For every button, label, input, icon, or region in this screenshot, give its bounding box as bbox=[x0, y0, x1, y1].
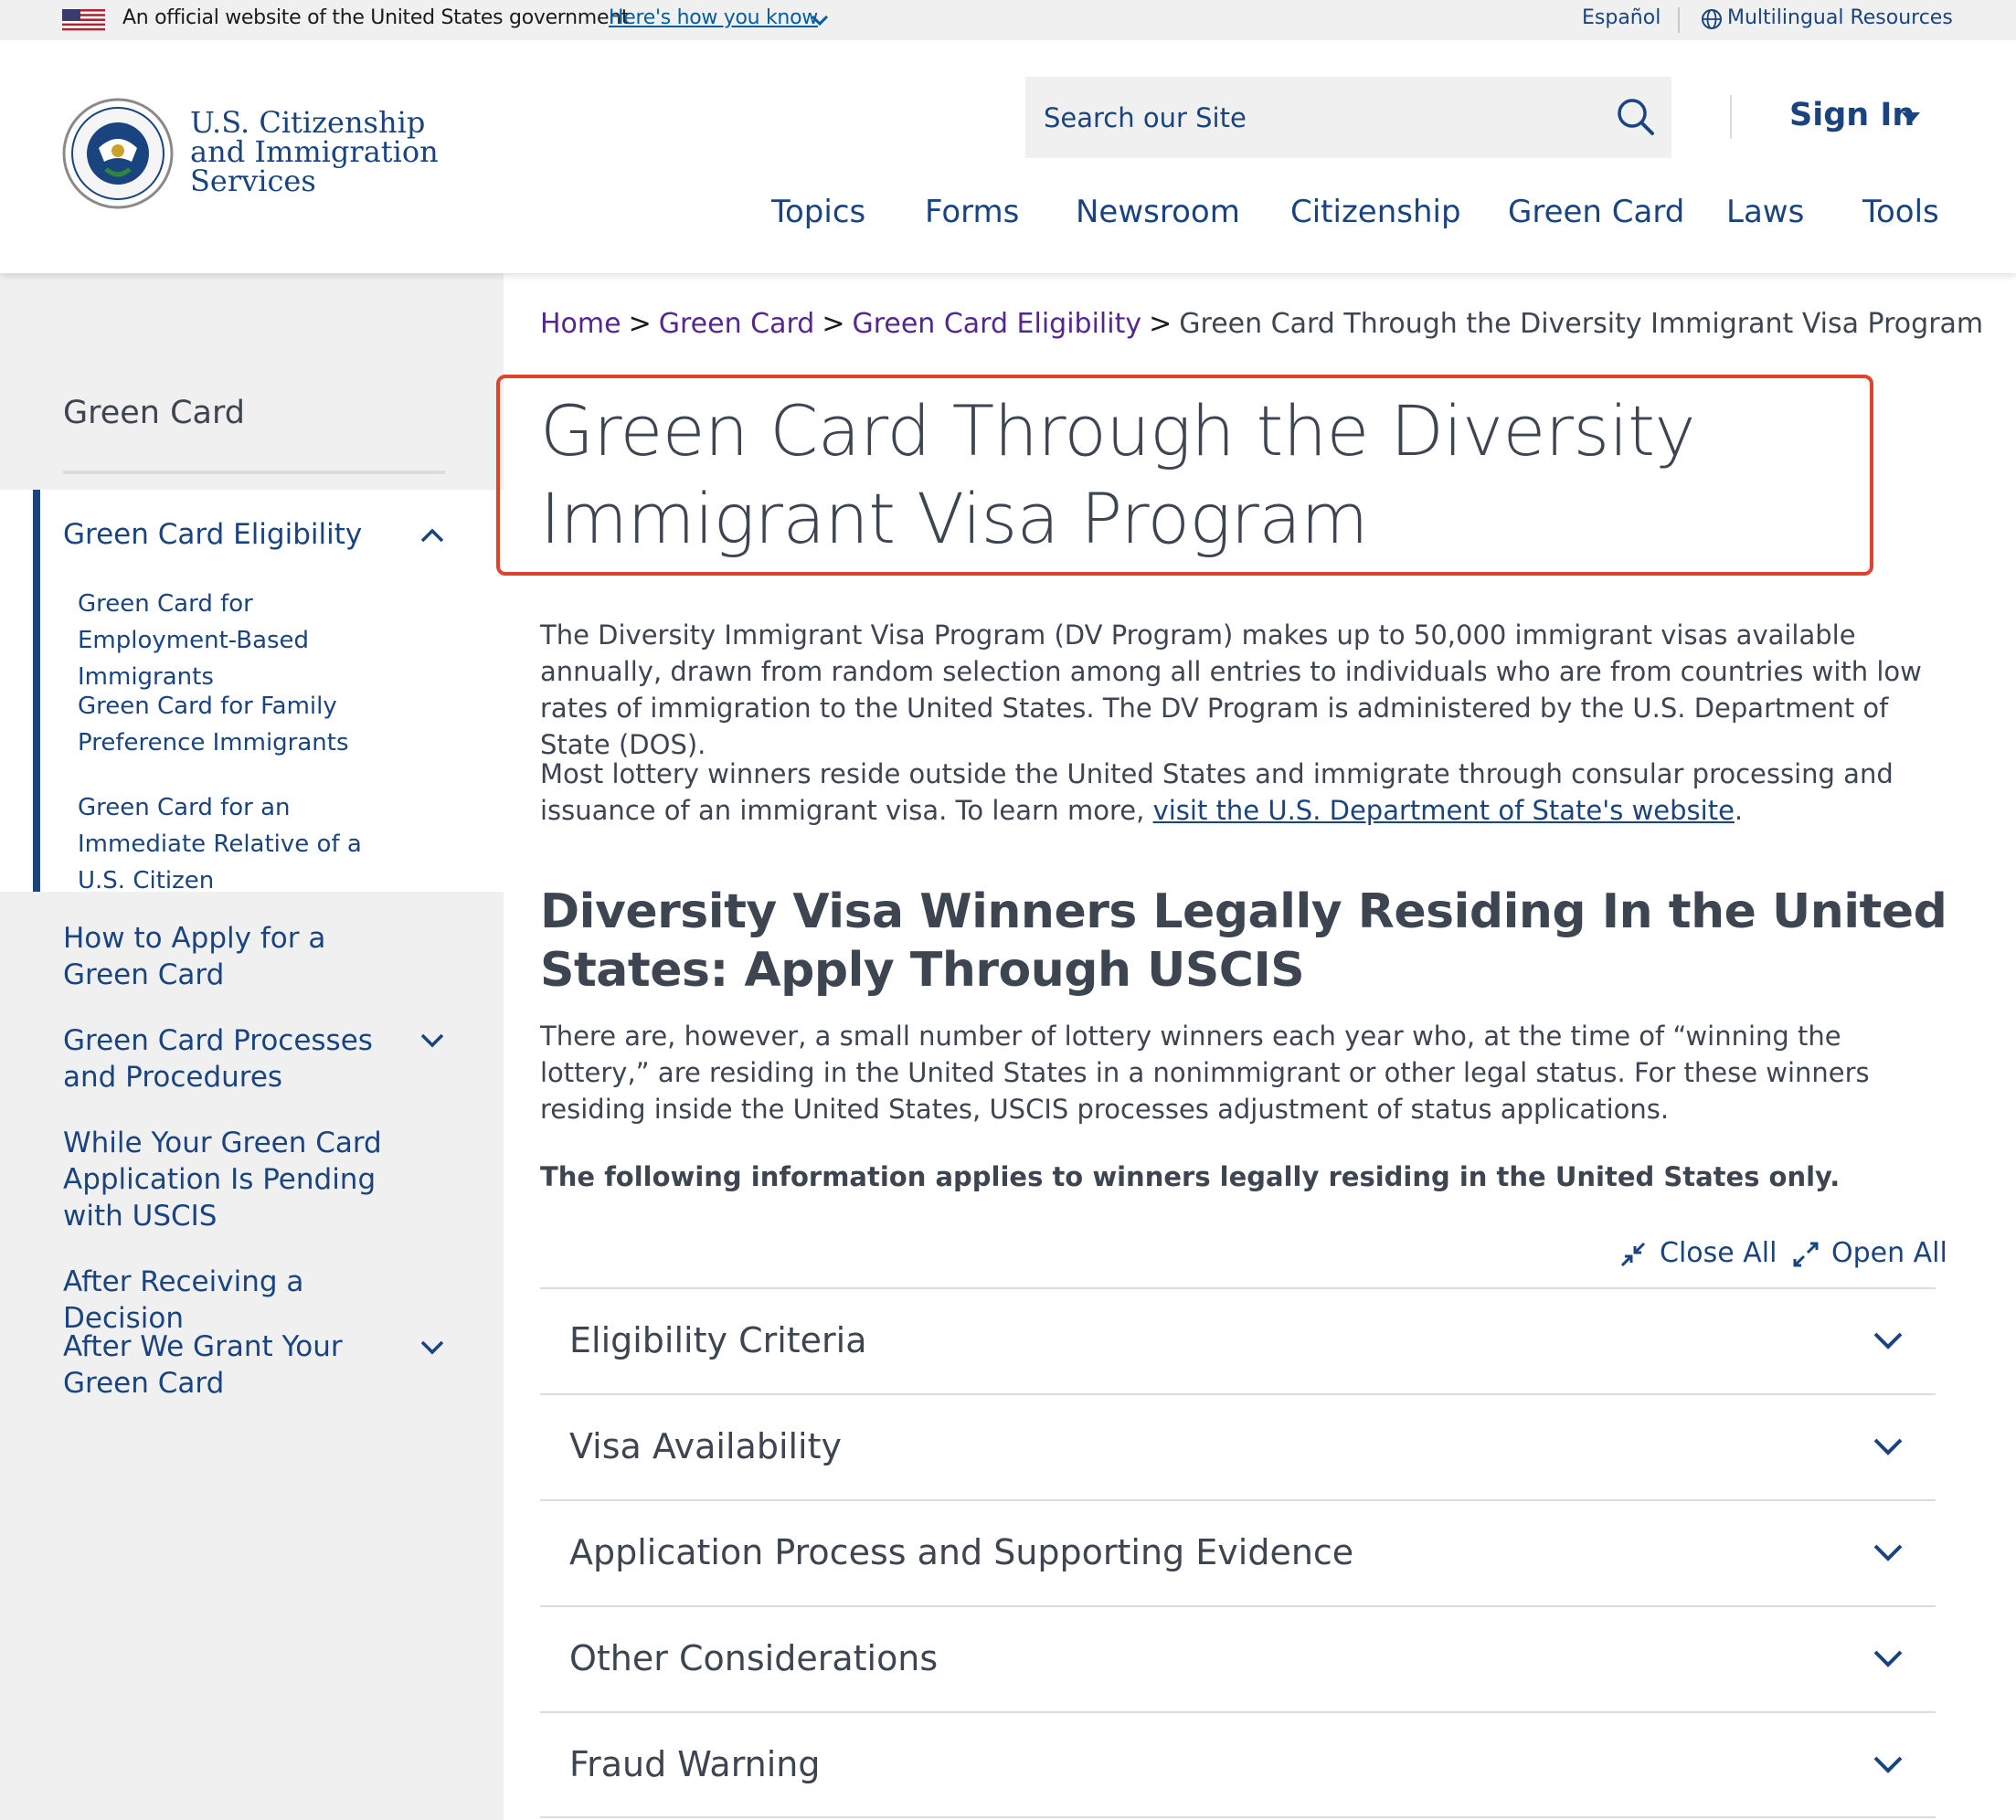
chevron-down-icon[interactable] bbox=[810, 11, 830, 29]
dhs-seal-icon[interactable] bbox=[62, 98, 174, 209]
applies-notice: The following information applies to win… bbox=[540, 1161, 1841, 1192]
breadcrumb-separator: > bbox=[1149, 308, 1172, 340]
sidebar-item-processes[interactable]: Green Card Processes and Procedures bbox=[63, 1022, 410, 1095]
sidebar-item-how-to-apply[interactable]: How to Apply for a Green Card bbox=[63, 920, 410, 993]
page-title: Green Card Through the Diversity Immigra… bbox=[540, 390, 1696, 559]
accordion-item-visa-availability[interactable]: Visa Availability bbox=[540, 1393, 1936, 1500]
sidebar-divider bbox=[63, 471, 445, 474]
expand-icon[interactable] bbox=[1793, 1242, 1819, 1267]
globe-icon bbox=[1702, 9, 1722, 29]
espanol-link[interactable]: Español bbox=[1582, 6, 1661, 29]
nav-citizenship[interactable]: Citizenship bbox=[1290, 194, 1461, 230]
section-heading: Diversity Visa Winners Legally Residing … bbox=[540, 884, 1947, 998]
accordion-item-fraud-warning[interactable]: Fraud Warning bbox=[540, 1711, 1936, 1818]
collapse-icon[interactable] bbox=[1620, 1242, 1646, 1267]
breadcrumb-separator: > bbox=[628, 308, 652, 340]
nav-topics[interactable]: Topics bbox=[771, 194, 865, 230]
banner-divider bbox=[1678, 7, 1680, 33]
breadcrumb-current: Green Card Through the Diversity Immigra… bbox=[1179, 308, 1984, 340]
accordion-item-eligibility[interactable]: Eligibility Criteria bbox=[540, 1287, 1936, 1394]
gov-banner: An official website of the United States… bbox=[0, 0, 2016, 40]
nav-green-card[interactable]: Green Card bbox=[1508, 194, 1684, 230]
lottery-paragraph-end: . bbox=[1734, 795, 1744, 826]
nav-laws[interactable]: Laws bbox=[1726, 194, 1804, 230]
chevron-down-icon[interactable] bbox=[1873, 1437, 1904, 1457]
chevron-up-icon[interactable] bbox=[419, 526, 446, 545]
breadcrumb-green-card[interactable]: Green Card bbox=[659, 308, 815, 340]
open-all-button[interactable]: Open All bbox=[1831, 1237, 1947, 1269]
state-department-link[interactable]: visit the U.S. Department of State's web… bbox=[1153, 795, 1735, 826]
breadcrumb: Home > Green Card > Green Card Eligibility > G… bbox=[540, 308, 1983, 340]
accordion-label[interactable]: Other Considerations bbox=[569, 1638, 938, 1678]
chevron-down-icon[interactable] bbox=[419, 1339, 446, 1357]
breadcrumb-separator: > bbox=[822, 308, 845, 340]
accordion-bottom-border bbox=[540, 1816, 1936, 1818]
search-icon[interactable] bbox=[1616, 97, 1656, 137]
us-flag-icon bbox=[62, 9, 105, 31]
caret-down-icon[interactable] bbox=[1901, 111, 1921, 124]
sidebar-subitem-immediate-relative[interactable]: Green Card for an Immediate Relative of … bbox=[78, 789, 407, 899]
intro-paragraph: The Diversity Immigrant Visa Program (DV… bbox=[540, 619, 1922, 760]
header-divider bbox=[1730, 95, 1732, 139]
close-all-button[interactable]: Close All bbox=[1660, 1237, 1777, 1269]
residing-paragraph: There are, however, a small number of lo… bbox=[540, 1021, 1870, 1125]
sign-in-button[interactable]: Sign In bbox=[1789, 97, 1915, 133]
chevron-down-icon[interactable] bbox=[1873, 1331, 1904, 1351]
sidebar-item-after-grant[interactable]: After We Grant Your Green Card bbox=[63, 1328, 410, 1402]
breadcrumb-home[interactable]: Home bbox=[540, 308, 621, 340]
nav-newsroom[interactable]: Newsroom bbox=[1076, 194, 1240, 230]
sidebar-item-pending[interactable]: While Your Green Card Application Is Pen… bbox=[63, 1125, 410, 1234]
uscis-logo-text[interactable]: U.S. Citizenship and Immigration Service… bbox=[190, 108, 439, 196]
chevron-down-icon[interactable] bbox=[1873, 1543, 1904, 1563]
search-input[interactable] bbox=[1044, 95, 1592, 141]
logo-line-2: and Immigration bbox=[190, 134, 439, 169]
sidebar-nav: Green Card Green Card Eligibility Green … bbox=[0, 273, 504, 1820]
site-header: U.S. Citizenship and Immigration Service… bbox=[0, 40, 2016, 273]
nav-forms[interactable]: Forms bbox=[925, 194, 1019, 230]
search-box bbox=[1025, 77, 1671, 158]
accordion-item-application-process[interactable]: Application Process and Supporting Evide… bbox=[540, 1499, 1936, 1606]
sidebar-item-green-card-eligibility[interactable]: Green Card Eligibility bbox=[63, 516, 410, 553]
accordion-label[interactable]: Fraud Warning bbox=[569, 1744, 821, 1784]
chevron-down-icon[interactable] bbox=[419, 1032, 446, 1050]
multilingual-resources-link[interactable]: Multilingual Resources bbox=[1727, 6, 1953, 29]
accordion-label[interactable]: Visa Availability bbox=[569, 1426, 842, 1466]
breadcrumb-eligibility[interactable]: Green Card Eligibility bbox=[852, 308, 1141, 340]
sidebar-subitem-family[interactable]: Green Card for Family Preference Immigra… bbox=[78, 688, 407, 761]
official-website-text: An official website of the United States… bbox=[122, 6, 630, 29]
lottery-paragraph: Most lottery winners reside outside the … bbox=[540, 756, 1947, 829]
chevron-down-icon[interactable] bbox=[1873, 1755, 1904, 1775]
sidebar-subitem-employment[interactable]: Green Card for Employment-Based Immigran… bbox=[78, 586, 407, 695]
logo-line-3: Services bbox=[190, 164, 316, 198]
sidebar-item-after-decision[interactable]: After Receiving a Decision bbox=[63, 1264, 410, 1337]
logo-line-1: U.S. Citizenship bbox=[190, 105, 426, 140]
sidebar-title[interactable]: Green Card bbox=[63, 395, 245, 431]
active-indicator-bar bbox=[33, 490, 40, 892]
accordion-label[interactable]: Application Process and Supporting Evide… bbox=[569, 1532, 1353, 1572]
chevron-down-icon[interactable] bbox=[1873, 1649, 1904, 1669]
how-you-know-link[interactable]: Here's how you know bbox=[609, 6, 818, 29]
accordion-item-other-considerations[interactable]: Other Considerations bbox=[540, 1605, 1936, 1712]
accordion-label[interactable]: Eligibility Criteria bbox=[569, 1320, 867, 1360]
nav-tools[interactable]: Tools bbox=[1862, 194, 1939, 230]
